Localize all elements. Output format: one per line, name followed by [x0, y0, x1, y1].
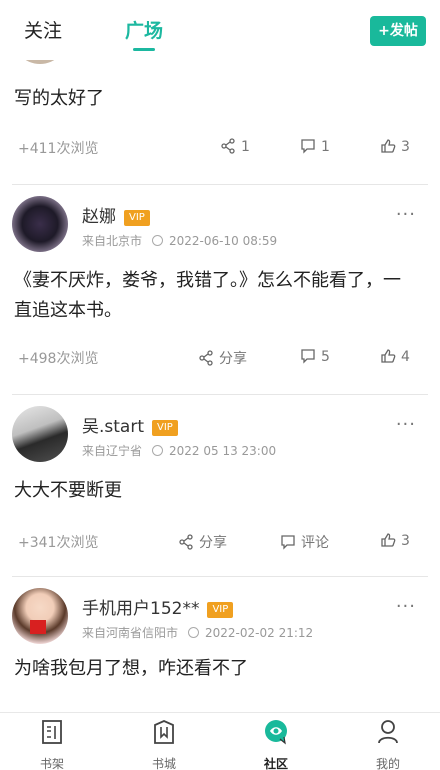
- clock-icon: [188, 627, 200, 638]
- avatar[interactable]: [12, 406, 68, 462]
- like-count: 4: [401, 349, 410, 365]
- share-button[interactable]: 分享: [198, 348, 247, 368]
- more-options-icon[interactable]: ···: [396, 596, 416, 617]
- thumbs-up-icon: [381, 349, 396, 363]
- username-text: 手机用户152**: [82, 599, 200, 619]
- vip-badge: VIP: [207, 602, 234, 618]
- nav-label: 书城: [151, 757, 176, 770]
- comment-icon: [281, 535, 295, 550]
- like-button[interactable]: 3: [380, 532, 410, 549]
- username-text: 吴.start: [82, 417, 144, 437]
- share-label: 分享: [199, 535, 227, 551]
- more-options-icon[interactable]: ···: [396, 204, 416, 225]
- clock-icon: [152, 445, 164, 456]
- comment-button[interactable]: 评论: [280, 532, 329, 552]
- location: 来自辽宁省: [82, 444, 143, 458]
- thumbs-up-icon: [381, 139, 396, 153]
- profile-icon: [378, 720, 398, 744]
- post-content: 大大不要断更: [14, 480, 122, 501]
- post-content: 《妻不厌炸，娄爷，我错了。》怎么不能看了，一直追这本书。: [14, 270, 401, 321]
- comment-button[interactable]: 5: [300, 348, 330, 365]
- username[interactable]: 吴.start VIP: [82, 412, 178, 437]
- new-post-button[interactable]: +发帖: [370, 16, 426, 46]
- location: 来自北京市: [82, 234, 143, 248]
- post-header: 赵娜 VIP 来自北京市 2022-06-10 08:59 ···: [12, 196, 428, 260]
- bookshelf-icon: [42, 720, 62, 744]
- bottom-nav: 书架 书城 社区 我的: [0, 712, 440, 770]
- top-bar: 关注 广场 +发帖: [0, 0, 440, 60]
- community-icon: [265, 720, 287, 745]
- share-count: 1: [241, 139, 250, 155]
- like-button[interactable]: 4: [380, 348, 410, 365]
- comment-count: 5: [321, 349, 330, 365]
- share-button[interactable]: 分享: [178, 532, 227, 552]
- username-text: 赵娜: [82, 207, 116, 227]
- nav-bookstore[interactable]: 书城: [134, 717, 194, 770]
- divider: [12, 184, 428, 185]
- thumbs-up-icon: [381, 533, 396, 547]
- post-content: 写的太好了: [14, 88, 104, 109]
- divider: [12, 394, 428, 395]
- comment-count: 1: [321, 139, 330, 155]
- username[interactable]: 赵娜 VIP: [82, 202, 150, 227]
- comment-icon: [301, 139, 315, 154]
- post-content: 为啥我包月了想，咋还看不了: [14, 658, 248, 679]
- post-header: 吴.start VIP 来自辽宁省 2022 05 13 23:00 ···: [12, 406, 428, 470]
- timestamp: 2022 05 13 23:00: [169, 444, 277, 458]
- comment-label: 评论: [301, 535, 329, 551]
- tab-square[interactable]: 广场: [125, 16, 163, 43]
- nav-label: 社区: [263, 757, 288, 770]
- nav-bookshelf[interactable]: 书架: [22, 717, 82, 770]
- comment-icon: [301, 349, 315, 364]
- nav-label: 书架: [39, 757, 64, 770]
- share-icon: [221, 138, 235, 154]
- comment-button[interactable]: 1: [300, 138, 330, 155]
- post-meta: 来自北京市 2022-06-10 08:59: [82, 232, 277, 249]
- divider: [12, 576, 428, 577]
- share-icon: [179, 534, 193, 550]
- nav-label: 我的: [375, 757, 400, 770]
- post-meta: 来自辽宁省 2022 05 13 23:00: [82, 442, 276, 459]
- avatar[interactable]: [12, 588, 68, 644]
- view-count: +341次浏览: [18, 535, 99, 551]
- post-actions: +341次浏览 分享 评论 3: [0, 530, 440, 554]
- avatar[interactable]: [12, 196, 68, 252]
- view-count: +498次浏览: [18, 351, 99, 367]
- avatar-red-card: [30, 620, 46, 634]
- post-card[interactable]: 手机用户152** VIP 来自河南省信阳市 2022-02-02 21:12 ··…: [0, 588, 440, 712]
- nav-profile[interactable]: 我的: [358, 717, 418, 770]
- bookstore-icon: [154, 720, 174, 744]
- share-button[interactable]: 1: [220, 138, 250, 155]
- like-count: 3: [401, 533, 410, 549]
- clock-icon: [152, 235, 164, 246]
- timestamp: 2022-06-10 08:59: [169, 234, 278, 248]
- post-header: 手机用户152** VIP 来自河南省信阳市 2022-02-02 21:12 ··…: [12, 588, 428, 652]
- location: 来自河南省信阳市: [82, 626, 179, 640]
- share-label: 分享: [219, 351, 247, 367]
- like-button[interactable]: 3: [380, 138, 410, 155]
- username[interactable]: 手机用户152** VIP: [82, 594, 234, 619]
- post-meta: 来自河南省信阳市 2022-02-02 21:12: [82, 624, 313, 641]
- post-actions: +411次浏览 1 1 3: [0, 136, 440, 160]
- view-count: +411次浏览: [18, 141, 99, 157]
- like-count: 3: [401, 139, 410, 155]
- post-actions: +498次浏览 分享 5 4: [0, 346, 440, 370]
- timestamp: 2022-02-02 21:12: [205, 626, 314, 640]
- nav-community[interactable]: 社区: [246, 717, 306, 770]
- share-icon: [199, 350, 213, 366]
- post-card[interactable]: 吴.start VIP 来自辽宁省 2022 05 13 23:00 ··· 大大不…: [0, 406, 440, 576]
- vip-badge: VIP: [124, 210, 150, 226]
- vip-badge: VIP: [152, 420, 178, 436]
- more-options-icon[interactable]: ···: [396, 414, 416, 435]
- post-feed[interactable]: 写的太好了 +411次浏览 1 1 3 赵娜 VIP 来自北京市 2022-06-1…: [0, 0, 440, 712]
- post-card[interactable]: 赵娜 VIP 来自北京市 2022-06-10 08:59 ··· 《妻不厌炸，娄爷…: [0, 196, 440, 396]
- tab-follow[interactable]: 关注: [24, 16, 62, 43]
- active-tab-indicator: [133, 48, 155, 51]
